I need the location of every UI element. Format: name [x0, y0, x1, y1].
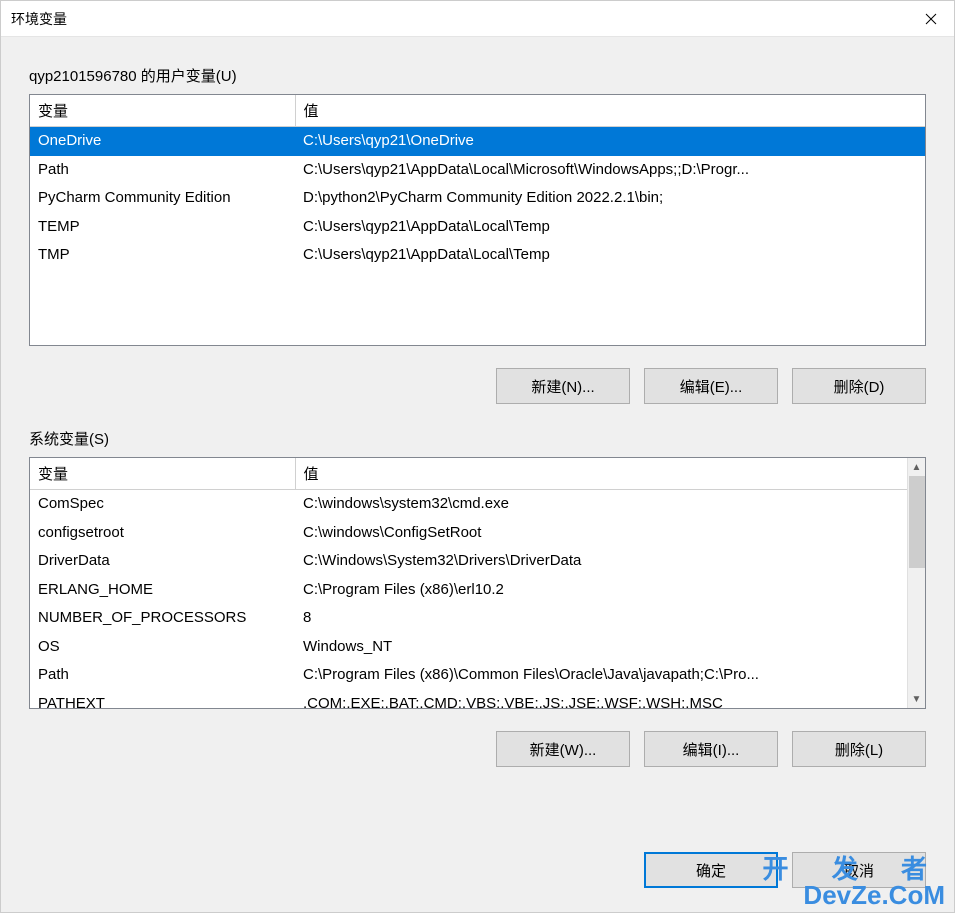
column-header-value[interactable]: 值 [295, 458, 907, 490]
scrollbar[interactable]: ▲ ▼ [907, 458, 925, 708]
value-cell: C:\Users\qyp21\AppData\Local\Temp [295, 241, 925, 270]
table-row[interactable]: OSWindows_NT [30, 633, 907, 662]
value-cell: C:\Windows\System32\Drivers\DriverData [295, 547, 907, 576]
table-row[interactable]: PATHEXT.COM;.EXE;.BAT;.CMD;.VBS;.VBE;.JS… [30, 690, 907, 709]
scrollbar-thumb[interactable] [909, 476, 925, 568]
variable-cell: PyCharm Community Edition [30, 184, 295, 213]
user-vars-buttons: 新建(N)... 编辑(E)... 删除(D) [29, 368, 926, 404]
titlebar: 环境变量 [1, 1, 954, 37]
variable-cell: configsetroot [30, 519, 295, 548]
user-vars-label: qyp2101596780 的用户变量(U) [29, 65, 926, 86]
column-header-value[interactable]: 值 [295, 95, 925, 127]
dialog-content: qyp2101596780 的用户变量(U) 变量 值 OneDriveC:\U… [1, 37, 954, 912]
system-vars-buttons: 新建(W)... 编辑(I)... 删除(L) [29, 731, 926, 767]
user-new-button[interactable]: 新建(N)... [496, 368, 630, 404]
table-row[interactable]: ComSpecC:\windows\system32\cmd.exe [30, 490, 907, 519]
table-row[interactable]: DriverDataC:\Windows\System32\Drivers\Dr… [30, 547, 907, 576]
value-cell: C:\Users\qyp21\OneDrive [295, 127, 925, 156]
value-cell: .COM;.EXE;.BAT;.CMD;.VBS;.VBE;.JS;.JSE;.… [295, 690, 907, 709]
value-cell: C:\Program Files (x86)\erl10.2 [295, 576, 907, 605]
table-row[interactable]: OneDriveC:\Users\qyp21\OneDrive [30, 127, 925, 156]
value-cell: D:\python2\PyCharm Community Edition 202… [295, 184, 925, 213]
variable-cell: DriverData [30, 547, 295, 576]
window-title: 环境变量 [11, 9, 67, 29]
close-icon [925, 13, 937, 25]
system-edit-button[interactable]: 编辑(I)... [644, 731, 778, 767]
table-row[interactable]: ERLANG_HOMEC:\Program Files (x86)\erl10.… [30, 576, 907, 605]
variable-cell: TEMP [30, 213, 295, 242]
table-row[interactable]: PathC:\Program Files (x86)\Common Files\… [30, 661, 907, 690]
table-row[interactable]: NUMBER_OF_PROCESSORS8 [30, 604, 907, 633]
variable-cell: Path [30, 661, 295, 690]
cancel-button[interactable]: 取消 [792, 852, 926, 888]
table-row[interactable]: PyCharm Community EditionD:\python2\PyCh… [30, 184, 925, 213]
scroll-down-icon[interactable]: ▼ [908, 690, 926, 708]
variable-cell: ERLANG_HOME [30, 576, 295, 605]
value-cell: Windows_NT [295, 633, 907, 662]
variable-cell: PATHEXT [30, 690, 295, 709]
column-header-variable[interactable]: 变量 [30, 95, 295, 127]
user-edit-button[interactable]: 编辑(E)... [644, 368, 778, 404]
user-vars-table[interactable]: 变量 值 OneDriveC:\Users\qyp21\OneDrivePath… [29, 94, 926, 346]
table-row[interactable]: PathC:\Users\qyp21\AppData\Local\Microso… [30, 156, 925, 185]
value-cell: C:\Program Files (x86)\Common Files\Orac… [295, 661, 907, 690]
system-new-button[interactable]: 新建(W)... [496, 731, 630, 767]
variable-cell: ComSpec [30, 490, 295, 519]
environment-variables-dialog: 环境变量 qyp2101596780 的用户变量(U) 变量 值 OneDriv… [0, 0, 955, 913]
table-row[interactable]: configsetrootC:\windows\ConfigSetRoot [30, 519, 907, 548]
table-row[interactable]: TMPC:\Users\qyp21\AppData\Local\Temp [30, 241, 925, 270]
variable-cell: Path [30, 156, 295, 185]
value-cell: C:\windows\system32\cmd.exe [295, 490, 907, 519]
dialog-buttons: 确定 取消 [29, 852, 926, 902]
table-row[interactable]: TEMPC:\Users\qyp21\AppData\Local\Temp [30, 213, 925, 242]
column-header-variable[interactable]: 变量 [30, 458, 295, 490]
system-delete-button[interactable]: 删除(L) [792, 731, 926, 767]
value-cell: 8 [295, 604, 907, 633]
variable-cell: OneDrive [30, 127, 295, 156]
value-cell: C:\Users\qyp21\AppData\Local\Microsoft\W… [295, 156, 925, 185]
close-button[interactable] [908, 1, 954, 37]
user-delete-button[interactable]: 删除(D) [792, 368, 926, 404]
system-vars-label: 系统变量(S) [29, 428, 926, 449]
scroll-up-icon[interactable]: ▲ [908, 458, 926, 476]
variable-cell: NUMBER_OF_PROCESSORS [30, 604, 295, 633]
value-cell: C:\windows\ConfigSetRoot [295, 519, 907, 548]
variable-cell: OS [30, 633, 295, 662]
system-vars-table[interactable]: 变量 值 ComSpecC:\windows\system32\cmd.exec… [29, 457, 926, 709]
value-cell: C:\Users\qyp21\AppData\Local\Temp [295, 213, 925, 242]
ok-button[interactable]: 确定 [644, 852, 778, 888]
variable-cell: TMP [30, 241, 295, 270]
